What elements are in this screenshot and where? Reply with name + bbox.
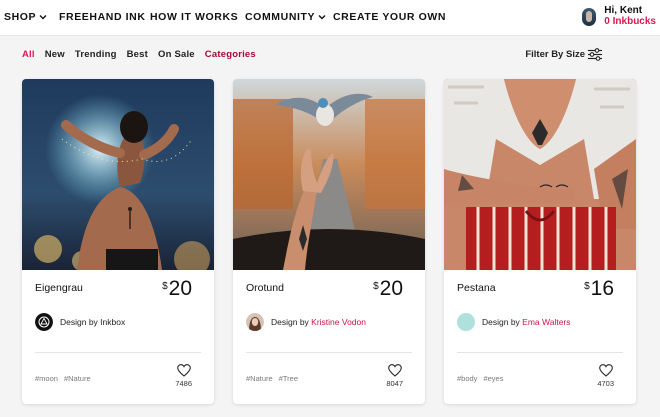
user-menu[interactable]: Hi, Kent 0 Inkbucks: [582, 5, 656, 27]
tab-new[interactable]: New: [45, 49, 65, 60]
chevron-down-icon: [39, 15, 47, 20]
avatar[interactable]: [582, 8, 597, 26]
nav-freehand-ink-label: FREEHAND INK: [59, 11, 146, 23]
product-image[interactable]: [233, 79, 425, 270]
inkbox-logo-icon: [35, 313, 53, 331]
tag[interactable]: #Tree: [279, 374, 298, 383]
designer-prefix: Design by: [271, 317, 312, 327]
product-name[interactable]: Orotund: [246, 282, 284, 294]
designer-label: Design by Inkbox: [60, 317, 125, 327]
designer-credit: Design by Inkbox: [35, 313, 125, 331]
designer-prefix: Design by: [482, 317, 523, 327]
heart-icon: [176, 364, 191, 377]
tab-on-sale[interactable]: On Sale: [158, 49, 195, 60]
product-image[interactable]: [22, 79, 214, 270]
nav-freehand-ink[interactable]: FREEHAND INK: [59, 11, 146, 23]
price-amount: 20: [379, 277, 403, 300]
like-count: 7486: [175, 379, 192, 388]
heart-icon: [598, 364, 613, 377]
tag[interactable]: #Nature: [64, 374, 91, 383]
product-price: $ 20: [162, 278, 192, 300]
tag[interactable]: #moon: [35, 374, 58, 383]
heart-icon: [387, 364, 402, 377]
tab-trending[interactable]: Trending: [75, 49, 117, 60]
nav-shop-label: SHOP: [4, 11, 37, 23]
like-count: 4703: [597, 379, 614, 388]
tab-best[interactable]: Best: [127, 49, 148, 60]
designer-credit: Design by Ema Walters: [457, 313, 571, 331]
nav-create-your-own-label: CREATE YOUR OWN: [333, 11, 447, 23]
price-currency: $: [373, 281, 379, 292]
designer-avatar: [246, 313, 264, 331]
designer-credit: Design by Kristine Vodon: [246, 313, 366, 331]
like-count: 8047: [386, 379, 403, 388]
filter-tabs: All New Trending Best On Sale Categories: [22, 49, 256, 60]
designer-label: Design by Kristine Vodon: [271, 317, 366, 327]
tag[interactable]: #eyes: [483, 374, 503, 383]
nav-how-it-works-label: HOW IT WORKS: [150, 11, 239, 23]
chevron-down-icon: [318, 15, 326, 20]
like-button[interactable]: 4703: [597, 364, 614, 388]
nav-shop[interactable]: SHOP: [4, 11, 47, 23]
filter-by-size-button[interactable]: Filter By Size: [525, 49, 585, 60]
product-card[interactable]: Pestana $ 16 Design by Ema Walters #body…: [444, 79, 636, 404]
price-currency: $: [162, 281, 168, 292]
price-amount: 20: [168, 277, 192, 300]
tab-categories[interactable]: Categories: [205, 49, 256, 60]
product-card[interactable]: Orotund $ 20 Design by Kristine Vodon #N…: [233, 79, 425, 404]
divider: [246, 352, 412, 353]
nav-community-label: COMMUNITY: [245, 11, 316, 23]
price-amount: 16: [590, 277, 614, 300]
designer-prefix: Design by: [60, 317, 101, 327]
product-tags: #moon #Nature: [35, 374, 91, 383]
designer-name: Inkbox: [100, 317, 126, 327]
product-name[interactable]: Pestana: [457, 282, 496, 294]
designer-link[interactable]: Ema Walters: [522, 317, 570, 327]
product-tags: #Nature #Tree: [246, 374, 298, 383]
user-greeting: Hi, Kent: [604, 5, 643, 16]
price-currency: $: [584, 281, 590, 292]
inkbucks-balance[interactable]: 0 Inkbucks: [604, 16, 656, 27]
top-navigation: SHOP FREEHAND INK HOW IT WORKS COMMUNITY…: [0, 0, 660, 36]
designer-label: Design by Ema Walters: [482, 317, 571, 327]
product-card[interactable]: Eigengrau $ 20 Design by Inkbox #moon #N…: [22, 79, 214, 404]
sliders-icon[interactable]: [588, 48, 602, 61]
nav-community[interactable]: COMMUNITY: [245, 11, 326, 23]
product-price: $ 16: [584, 278, 614, 300]
divider: [35, 352, 201, 353]
like-button[interactable]: 8047: [386, 364, 403, 388]
filter-by-size-label: Filter By Size: [525, 49, 585, 60]
designer-link[interactable]: Kristine Vodon: [311, 317, 366, 327]
tag[interactable]: #body: [457, 374, 477, 383]
divider: [457, 352, 623, 353]
designer-avatar: [457, 313, 475, 331]
product-image[interactable]: [444, 79, 636, 270]
product-tags: #body #eyes: [457, 374, 503, 383]
product-name[interactable]: Eigengrau: [35, 282, 83, 294]
tag[interactable]: #Nature: [246, 374, 273, 383]
nav-create-your-own[interactable]: CREATE YOUR OWN: [333, 11, 446, 23]
product-price: $ 20: [373, 278, 403, 300]
like-button[interactable]: 7486: [175, 364, 192, 388]
tab-all[interactable]: All: [22, 49, 35, 60]
nav-how-it-works[interactable]: HOW IT WORKS: [150, 11, 238, 23]
